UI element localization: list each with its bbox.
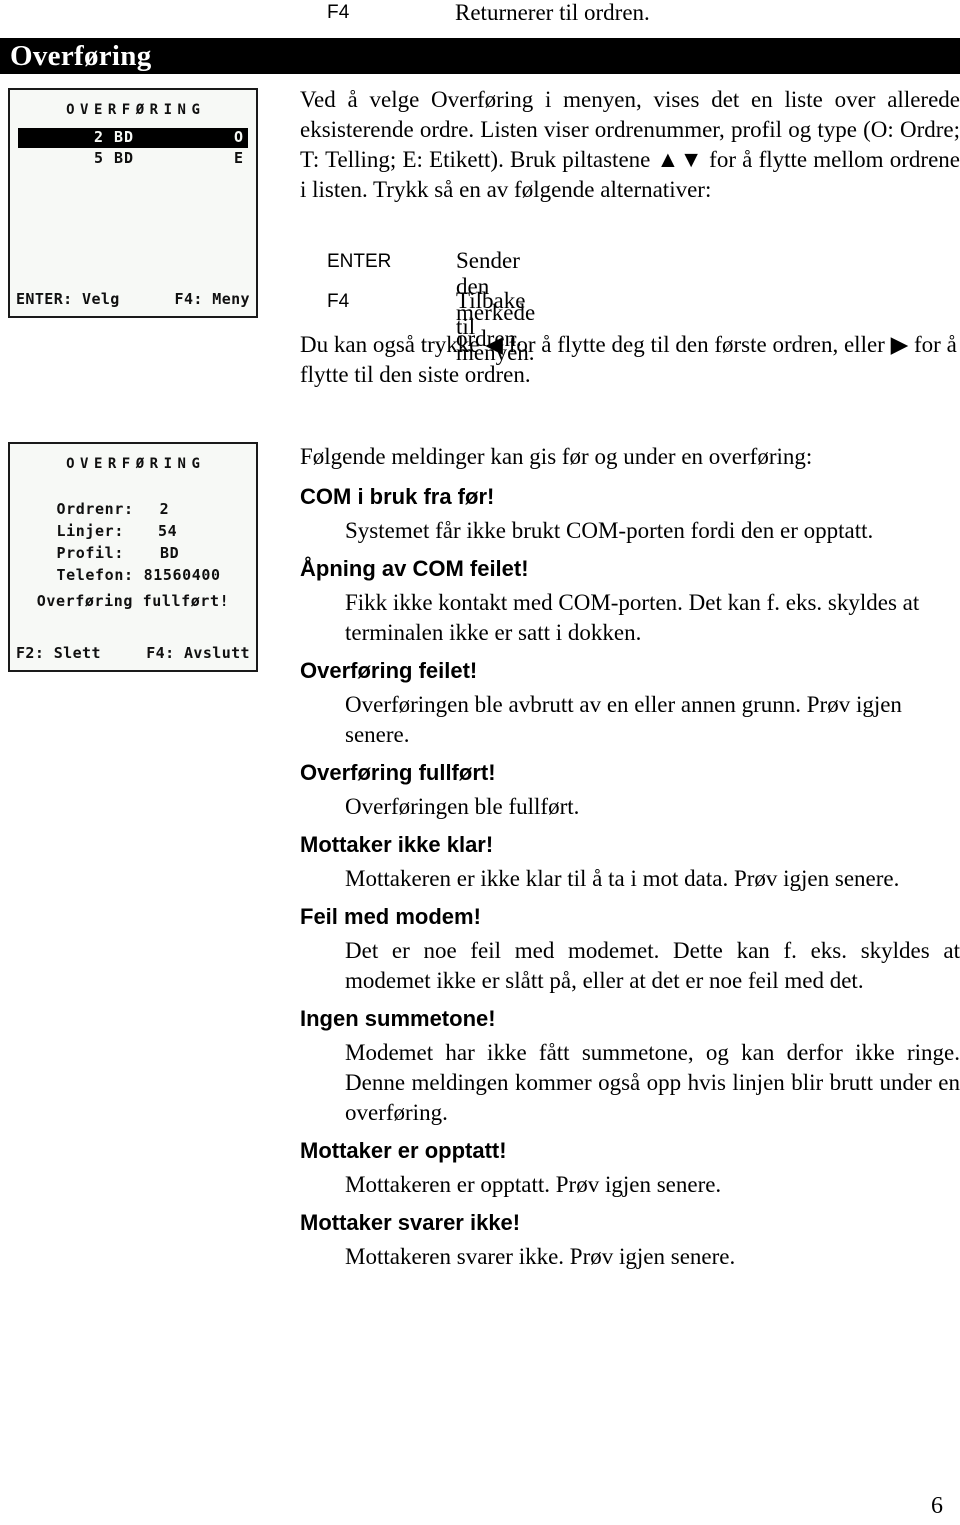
messages-lead-text: Følgende meldinger kan gis før og under … [300, 444, 813, 469]
message-item: COM i bruk fra før! Systemet får ikke br… [300, 474, 960, 546]
intro-paragraph-block: Ved å velge Overføring i menyen, vises d… [300, 85, 960, 205]
lcd-transfer-header: OVERFØRING [66, 456, 206, 472]
chapter-title: Overføring [10, 40, 152, 72]
message-heading: Mottaker ikke klar! [300, 832, 494, 857]
message-heading: Mottaker er opptatt! [300, 1138, 507, 1163]
lcd-transfer-footer: F2: Slett F4: Avslutt [16, 644, 250, 664]
key-option-key: ENTER [327, 251, 392, 272]
lcd-order-row: 5 BD E [18, 149, 248, 169]
message-item: Mottaker er opptatt! Mottakeren er oppta… [300, 1128, 960, 1200]
carryover-key-description: Returnerer til ordren. [455, 0, 650, 25]
lcd-footer-enter-hint: ENTER: Velg [16, 290, 120, 308]
message-body: Systemet får ikke brukt COM-porten fordi… [345, 518, 874, 543]
message-item: Åpning av COM feilet! Fikk ikke kontakt … [300, 546, 960, 648]
lcd-footer-f4-hint: F4: Avslutt [146, 644, 250, 662]
lcd-footer-f4-hint: F4: Meny [174, 290, 250, 308]
message-body: Det er noe feil med modemet. Dette kan f… [345, 938, 960, 993]
message-body: Overføringen ble avbrutt av en eller ann… [345, 692, 902, 747]
message-heading: Åpning av COM feilet! [300, 556, 529, 581]
message-heading: Feil med modem! [300, 904, 481, 929]
carryover-key-label: F4 [327, 2, 350, 23]
lcd-transfer-status-message: Overføring fullført! [36, 592, 230, 610]
message-heading: COM i bruk fra før! [300, 484, 495, 509]
message-heading: Overføring feilet! [300, 658, 478, 683]
intro-paragraph: Ved å velge Overføring i menyen, vises d… [300, 87, 960, 202]
lcd-order-profile: BD [114, 149, 135, 167]
lcd-order-type: E [233, 149, 244, 167]
lcd-order-list-footer: ENTER: Velg F4: Meny [16, 290, 250, 310]
lcd-order-list-screen: OVERFØRING 2 BD O 5 BD E ENTER: Velg F4:… [8, 88, 258, 318]
message-item: Mottaker svarer ikke! Mottakeren svarer … [300, 1200, 960, 1272]
message-heading: Ingen summetone! [300, 1006, 496, 1031]
lcd-footer-f2-hint: F2: Slett [16, 644, 101, 662]
message-item: Overføring fullført! Overføringen ble fu… [300, 750, 960, 822]
lcd-order-type: O [233, 128, 244, 146]
lcd-transfer-detail-screen: OVERFØRING Ordrenr: 2 Linjer: 54 Profil: BD… [8, 442, 258, 672]
message-item: Overføring feilet! Overføringen ble avbr… [300, 648, 960, 750]
arrow-keys-paragraph: Du kan også trykke ◀ for å flytte deg ti… [300, 332, 957, 387]
chapter-title-bar: Overføring [0, 38, 960, 74]
page-number: 6 [931, 1493, 943, 1519]
message-body: Overføringen ble fullført. [345, 794, 580, 819]
lcd-order-list-header: OVERFØRING [66, 102, 206, 118]
message-heading: Overføring fullført! [300, 760, 496, 785]
lcd-order-profile: BD [114, 128, 135, 146]
message-body: Mottakeren svarer ikke. Prøv igjen sener… [345, 1244, 736, 1269]
arrow-keys-block: Du kan også trykke ◀ for å flytte deg ti… [300, 330, 960, 390]
message-item: Ingen summetone! Modemet har ikke fått s… [300, 996, 960, 1128]
key-option-key: F4 [327, 291, 350, 312]
message-item: Mottaker ikke klar! Mottakeren er ikke k… [300, 822, 960, 894]
message-item: Feil med modem! Det er noe feil med mode… [300, 894, 960, 996]
lcd-field-label: Telefon: [56, 566, 134, 584]
message-body: Modemet har ikke fått summetone, og kan … [345, 1040, 960, 1125]
lcd-order-number: 2 [93, 128, 104, 146]
message-body: Mottakeren er opptatt. Prøv igjen senere… [345, 1172, 722, 1197]
messages-block: Følgende meldinger kan gis før og under … [300, 442, 960, 1272]
message-body: Fikk ikke kontakt med COM-porten. Det ka… [345, 590, 920, 645]
carryover-key-row: F4 Returnerer til ordren. [0, 0, 960, 34]
message-heading: Mottaker svarer ikke! [300, 1210, 521, 1235]
message-body: Mottakeren er ikke klar til å ta i mot d… [345, 866, 900, 891]
lcd-field-value: 81560400 [143, 566, 221, 584]
lcd-order-number: 5 [93, 149, 104, 167]
lcd-order-row-selected: 2 BD O [18, 128, 248, 148]
